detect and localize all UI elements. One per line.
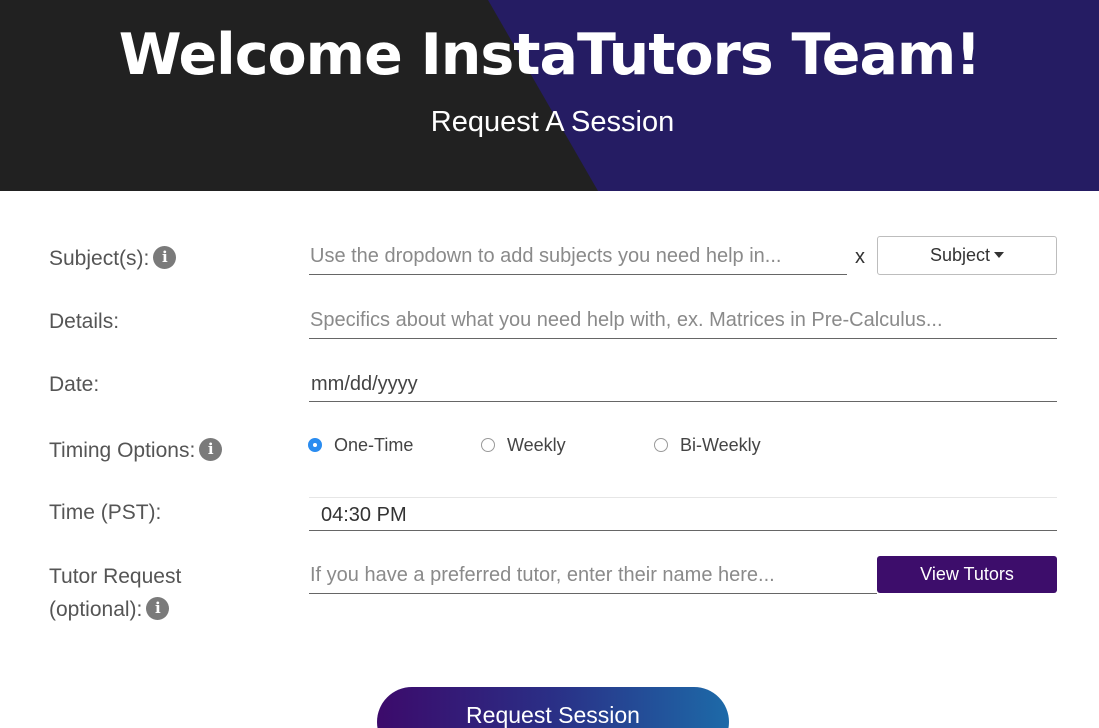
details-label: Details:	[49, 310, 120, 333]
page-header: Welcome InstaTutors Team! Request A Sess…	[0, 0, 1099, 191]
subjects-label: Subject(s): i	[49, 242, 177, 275]
radio-indicator	[654, 438, 668, 452]
time-label: Time (PST):	[49, 501, 162, 524]
page-title: Welcome InstaTutors Team!	[118, 22, 982, 88]
radio-selected-indicator	[308, 438, 322, 452]
subjects-input[interactable]	[309, 239, 847, 275]
radio-bi-weekly[interactable]: Bi-Weekly	[654, 433, 761, 457]
details-input[interactable]	[309, 303, 1057, 339]
view-tutors-button[interactable]: View Tutors	[877, 556, 1057, 593]
radio-one-time[interactable]: One-Time	[308, 433, 413, 457]
date-input[interactable]: mm/dd/yyyy	[309, 366, 1057, 402]
clear-subjects-button[interactable]: x	[855, 246, 865, 269]
timing-label: Timing Options: i	[49, 434, 223, 467]
page-subtitle: Request A Session	[430, 106, 675, 138]
time-input[interactable]: 04:30 PM	[309, 497, 1057, 531]
radio-indicator	[481, 438, 495, 452]
info-icon[interactable]: i	[153, 245, 177, 269]
tutor-input[interactable]	[309, 558, 877, 594]
date-label: Date:	[49, 373, 100, 396]
subject-dropdown-button[interactable]: Subject	[877, 236, 1057, 275]
info-icon[interactable]: i	[199, 437, 223, 461]
tutor-label: Tutor Request (optional): i	[49, 565, 182, 621]
radio-weekly[interactable]: Weekly	[481, 433, 566, 457]
request-session-button[interactable]: Request Session	[377, 687, 729, 728]
caret-down-icon	[994, 252, 1005, 259]
info-icon[interactable]: i	[146, 596, 170, 620]
